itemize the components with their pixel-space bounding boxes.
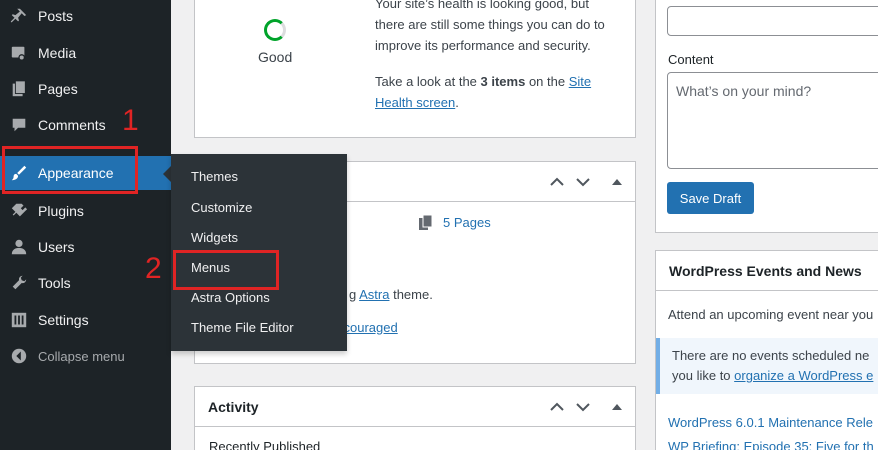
sidebar-item-label: Comments [38, 117, 106, 133]
annotation-box-menus [173, 250, 279, 290]
health-text-line2: there are still some things you can do t… [375, 17, 605, 32]
comment-icon [9, 115, 29, 135]
organize-event-link[interactable]: organize a WordPress e [734, 368, 873, 383]
sidebar-item-posts[interactable]: Posts [0, 0, 171, 32]
no-events-notice: There are no events scheduled ne you lik… [656, 338, 878, 394]
sidebar-item-label: Plugins [38, 203, 84, 219]
move-down-icon[interactable] [573, 397, 593, 417]
submenu-item-theme-file-editor[interactable]: Theme File Editor [191, 318, 294, 338]
annotation-number-1: 1 [122, 104, 139, 137]
move-down-icon[interactable] [573, 172, 593, 192]
health-status-label: Good [258, 49, 293, 65]
news-item[interactable]: WordPress 6.0.1 Maintenance Rele [668, 412, 873, 433]
notice-line2: you like to organize a WordPress e [672, 365, 873, 386]
submenu-item-customize[interactable]: Customize [191, 198, 252, 218]
sidebar-item-label: Pages [38, 81, 78, 97]
sidebar-item-comments[interactable]: Comments [0, 108, 171, 142]
theme-prefix: g [349, 287, 360, 302]
site-health-screen-link[interactable]: Health screen [375, 95, 455, 110]
sidebar-item-label: Users [38, 239, 75, 255]
collapse-menu-button[interactable]: Collapse menu [0, 339, 171, 373]
activity-panel: Activity Recently Published [194, 386, 636, 450]
theme-suffix: theme. [389, 287, 433, 302]
toggle-panel-icon[interactable] [607, 397, 627, 417]
site-health-link[interactable]: Site [569, 74, 591, 89]
content-textarea[interactable]: What’s on your mind? [667, 72, 878, 169]
pages-icon [419, 214, 433, 234]
notice-prefix: you like to [672, 368, 735, 383]
collapse-icon [9, 346, 29, 366]
flyout-arrow [163, 166, 171, 182]
media-icon [9, 43, 29, 63]
activity-title: Activity [208, 398, 259, 415]
pushpin-icon [9, 6, 29, 26]
news-item[interactable]: WP Briefing: Episode 35: Five for th [668, 436, 874, 450]
draft-title-input[interactable] [667, 6, 878, 36]
content-label: Content [668, 52, 714, 67]
pages-count-link[interactable]: 5 Pages [443, 215, 491, 230]
plugin-icon [9, 201, 29, 221]
save-draft-button[interactable]: Save Draft [667, 182, 754, 214]
health-text-line1: Your site’s health is looking good, but [375, 0, 589, 11]
submenu-item-themes[interactable]: Themes [191, 167, 238, 187]
health-status-circle [264, 19, 286, 41]
news-link-2[interactable]: WP Briefing: Episode 35: Five for th [668, 439, 874, 450]
sidebar-item-media[interactable]: Media [0, 36, 171, 70]
toggle-panel-icon[interactable] [607, 172, 627, 192]
panel-header: Activity [195, 387, 635, 427]
period-text: . [455, 95, 459, 110]
events-title: WordPress Events and News [669, 262, 862, 279]
notice-line1: There are no events scheduled ne [672, 348, 870, 363]
submenu-item-widgets[interactable]: Widgets [191, 228, 238, 248]
admin-sidebar: Posts Media Pages Comments Appearance Pl… [0, 0, 171, 450]
user-icon [9, 237, 29, 257]
sidebar-item-label: Tools [38, 275, 71, 291]
news-link-1[interactable]: WordPress 6.0.1 Maintenance Rele [668, 415, 873, 430]
sidebar-item-label: Posts [38, 8, 74, 24]
items-count: 3 items [480, 74, 526, 89]
sidebar-item-pages[interactable]: Pages [0, 72, 171, 106]
panel-header: WordPress Events and News [656, 251, 878, 291]
health-link-line2: Health screen. [375, 92, 459, 113]
health-text-line3: improve its performance and security. [375, 38, 591, 53]
health-take-look: Take a look at the 3 items on the Site [375, 71, 591, 92]
annotation-number-2: 2 [145, 252, 162, 285]
sidebar-item-plugins[interactable]: Plugins [0, 194, 171, 228]
theme-link[interactable]: Astra [359, 287, 389, 302]
wrench-icon [9, 273, 29, 293]
move-up-icon[interactable] [547, 172, 567, 192]
move-up-icon[interactable] [547, 397, 567, 417]
submenu-item-astra-options[interactable]: Astra Options [191, 288, 270, 308]
sidebar-item-label: Collapse menu [38, 348, 125, 364]
recently-published-heading: Recently Published [209, 439, 321, 450]
settings-icon [9, 310, 29, 330]
sidebar-item-label: Settings [38, 312, 89, 328]
annotation-box-appearance [2, 146, 138, 194]
theme-line: g Astra theme. [349, 284, 433, 305]
sidebar-item-settings[interactable]: Settings [0, 303, 171, 337]
site-health-panel: Good Your site’s health is looking good,… [194, 0, 636, 138]
sidebar-item-label: Media [38, 45, 77, 61]
on-the-text: on the [525, 74, 569, 89]
attend-event-text: Attend an upcoming event near you [668, 307, 874, 322]
take-look-prefix: Take a look at the [375, 74, 481, 89]
pages-icon [9, 79, 29, 99]
